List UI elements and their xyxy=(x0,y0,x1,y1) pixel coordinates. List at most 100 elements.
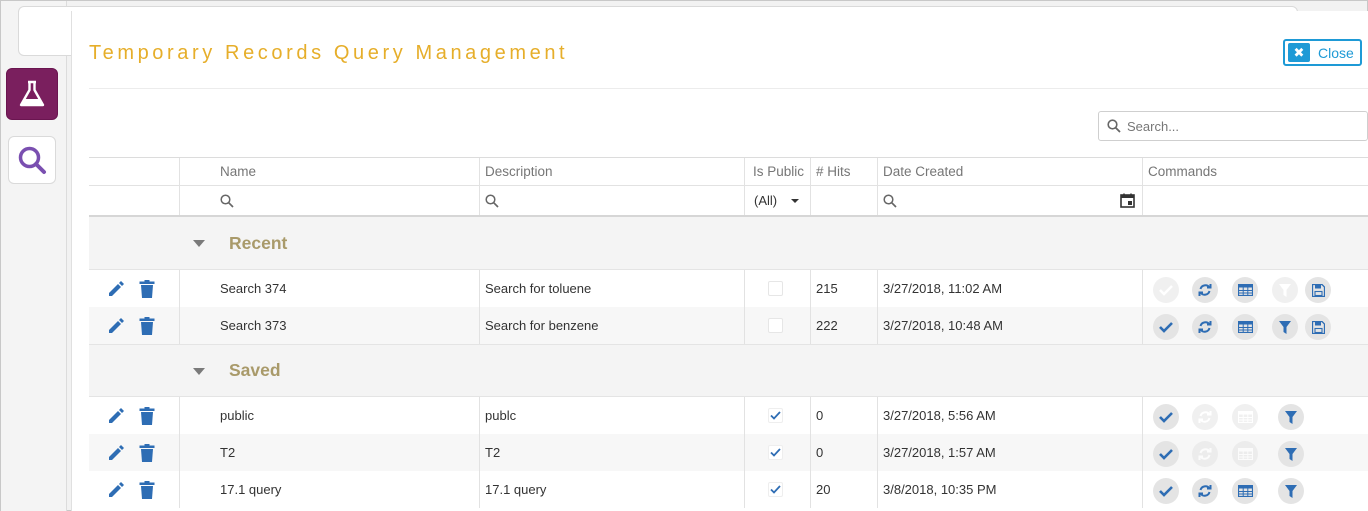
table-row: Search 374 Search for toluene 215 3/27/2… xyxy=(89,270,1368,307)
page-title: Temporary Records Query Management xyxy=(89,42,569,64)
app-frame: Temporary Records Query Management ✖ Clo… xyxy=(0,0,1368,511)
search-icon xyxy=(1107,119,1121,133)
collapse-caret-icon[interactable] xyxy=(193,240,205,247)
date-filter-input[interactable] xyxy=(883,186,1133,215)
cell-description: publc xyxy=(485,408,517,423)
refresh-icon xyxy=(1198,321,1212,333)
filter-button[interactable] xyxy=(1272,277,1298,303)
delete-button[interactable] xyxy=(139,471,155,508)
group-label: Recent xyxy=(229,232,288,253)
is-public-filter-select[interactable]: (All) xyxy=(754,186,806,215)
check-icon xyxy=(1159,486,1173,497)
cell-name: 17.1 query xyxy=(220,482,282,497)
cell-hits: 0 xyxy=(816,408,824,423)
left-rail xyxy=(1,1,1298,511)
queries-button[interactable] xyxy=(6,68,58,120)
column-header-description[interactable]: Description xyxy=(485,158,553,185)
trash-icon xyxy=(139,443,155,462)
search-icon xyxy=(220,193,234,208)
save-query-button[interactable] xyxy=(1305,277,1331,303)
delete-button[interactable] xyxy=(139,397,155,434)
cell-name: T2 xyxy=(220,445,236,460)
search-input[interactable] xyxy=(1127,118,1357,134)
cell-hits: 222 xyxy=(816,318,838,333)
grid-filter-row: (All) xyxy=(89,186,1368,217)
run-query-button[interactable] xyxy=(1153,404,1179,430)
view-results-button[interactable] xyxy=(1232,478,1258,504)
main-panel: Temporary Records Query Management ✖ Clo… xyxy=(71,11,1368,511)
filter-button[interactable] xyxy=(1278,441,1304,467)
save-query-button[interactable] xyxy=(1305,314,1331,340)
delete-button[interactable] xyxy=(139,434,155,471)
edit-button[interactable] xyxy=(107,434,126,471)
cell-date-created: 3/27/2018, 1:57 AM xyxy=(883,445,996,460)
refresh-button[interactable] xyxy=(1192,314,1218,340)
view-results-button[interactable] xyxy=(1232,277,1258,303)
cell-is-public xyxy=(768,397,783,434)
column-header-name[interactable]: Name xyxy=(220,158,256,185)
cell-is-public xyxy=(768,270,783,307)
view-results-button[interactable] xyxy=(1232,441,1258,467)
calendar-button[interactable] xyxy=(1120,186,1135,215)
refresh-button[interactable] xyxy=(1192,404,1218,430)
filter-button[interactable] xyxy=(1278,478,1304,504)
run-query-button[interactable] xyxy=(1153,478,1179,504)
group-row-saved: Saved xyxy=(89,344,1368,397)
close-button[interactable]: ✖ Close xyxy=(1283,39,1362,66)
header-divider xyxy=(89,88,1368,89)
cell-description: Search for benzene xyxy=(485,318,599,333)
edit-button[interactable] xyxy=(107,307,126,344)
edit-button[interactable] xyxy=(107,397,126,434)
trash-icon xyxy=(139,316,155,335)
table-row: Search 373 Search for benzene 222 3/27/2… xyxy=(89,307,1368,344)
view-results-button[interactable] xyxy=(1232,314,1258,340)
grid-header-row: Name Description Is Public # Hits Date C… xyxy=(89,157,1368,186)
check-icon xyxy=(1159,285,1173,296)
filter-button[interactable] xyxy=(1272,314,1298,340)
edit-button[interactable] xyxy=(107,471,126,508)
cell-is-public xyxy=(768,434,783,471)
delete-button[interactable] xyxy=(139,270,155,307)
is-public-checkbox xyxy=(768,408,783,423)
column-header-is-public[interactable]: Is Public xyxy=(753,158,804,185)
pencil-icon xyxy=(109,281,124,296)
filter-icon xyxy=(1279,283,1291,297)
table-row: 17.1 query 17.1 query 20 3/8/2018, 10:35… xyxy=(89,471,1368,508)
cell-description: Search for toluene xyxy=(485,281,592,296)
search-icon xyxy=(883,193,897,208)
close-icon: ✖ xyxy=(1288,43,1310,62)
column-header-date-created[interactable]: Date Created xyxy=(883,158,963,185)
magnifier-icon xyxy=(18,146,46,174)
cell-description: 17.1 query xyxy=(485,482,547,497)
cell-date-created: 3/27/2018, 11:02 AM xyxy=(883,281,1003,296)
cell-date-created: 3/27/2018, 10:48 AM xyxy=(883,318,1003,333)
cell-hits: 215 xyxy=(816,281,838,296)
name-filter-input[interactable] xyxy=(220,186,470,215)
trash-icon xyxy=(139,406,155,425)
table-icon xyxy=(1237,284,1253,296)
table-icon xyxy=(1237,448,1253,460)
delete-button[interactable] xyxy=(139,307,155,344)
table-icon xyxy=(1237,411,1253,423)
refresh-button[interactable] xyxy=(1192,441,1218,467)
search-box xyxy=(1098,111,1368,141)
run-query-button[interactable] xyxy=(1153,441,1179,467)
refresh-icon xyxy=(1198,284,1212,296)
column-header-hits[interactable]: # Hits xyxy=(816,158,851,185)
refresh-icon xyxy=(1198,448,1212,460)
collapse-caret-icon[interactable] xyxy=(193,368,205,375)
trash-icon xyxy=(139,279,155,298)
filter-icon xyxy=(1285,484,1297,498)
filter-button[interactable] xyxy=(1278,404,1304,430)
refresh-button[interactable] xyxy=(1192,478,1218,504)
save-icon xyxy=(1311,283,1325,297)
edit-button[interactable] xyxy=(107,270,126,307)
refresh-button[interactable] xyxy=(1192,277,1218,303)
run-query-button[interactable] xyxy=(1153,277,1179,303)
search-icon xyxy=(485,193,499,208)
cell-is-public xyxy=(768,471,783,508)
run-query-button[interactable] xyxy=(1153,314,1179,340)
search-rail-button[interactable] xyxy=(8,136,56,184)
view-results-button[interactable] xyxy=(1232,404,1258,430)
description-filter-input[interactable] xyxy=(485,186,735,215)
